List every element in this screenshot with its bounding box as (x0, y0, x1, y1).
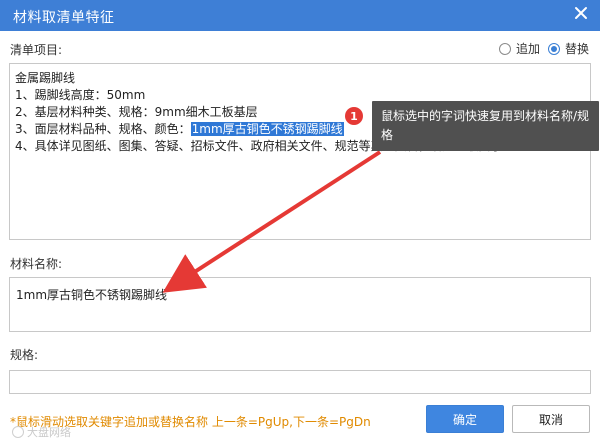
close-icon[interactable] (573, 5, 589, 21)
radio-replace-label: 替换 (565, 42, 590, 56)
radio-replace-circle[interactable] (548, 42, 560, 55)
list-line: 金属踢脚线 (15, 71, 76, 85)
watermark: 大盘网络 (12, 424, 71, 440)
title-bar: 材料取清单特征 (0, 0, 600, 31)
step-badge: 1 (345, 107, 363, 125)
list-label: 清单项目: (10, 43, 63, 57)
watermark-logo-icon (12, 426, 24, 438)
list-line-prefix: 3、面层材料品种、规格、颜色： (15, 122, 191, 136)
tooltip: 鼠标选中的字词快速复用到材料名称/规格 (372, 101, 599, 151)
spec-label: 规格: (10, 348, 39, 362)
watermark-text: 大盘网络 (27, 426, 71, 439)
list-text-area[interactable]: 金属踢脚线 1、踢脚线高度：50mm 2、基层材料种类、规格：9mm细木工板基层… (9, 63, 591, 240)
radio-replace[interactable]: 替换 (548, 40, 589, 57)
list-line: 1、踢脚线高度：50mm (15, 88, 146, 102)
window-title: 材料取清单特征 (13, 10, 115, 26)
spec-field[interactable] (9, 370, 591, 394)
cancel-button[interactable]: 取消 (512, 405, 590, 433)
material-name-label: 材料名称: (10, 257, 63, 271)
material-name-value: 1mm厚古铜色不锈钢踢脚线 (16, 288, 168, 302)
radio-append-circle[interactable] (499, 42, 511, 55)
selected-text[interactable]: 1mm厚古铜色不锈钢踢脚线 (190, 122, 344, 136)
list-line-with-selection: 3、面层材料品种、规格、颜色：1mm厚古铜色不锈钢踢脚线 (15, 120, 344, 137)
radio-append-label: 追加 (516, 42, 541, 56)
ok-button[interactable]: 确定 (426, 405, 504, 433)
radio-append[interactable]: 追加 (499, 40, 540, 57)
material-name-field[interactable]: 1mm厚古铜色不锈钢踢脚线 (9, 277, 591, 332)
list-line: 2、基层材料种类、规格：9mm细木工板基层 (15, 105, 258, 119)
